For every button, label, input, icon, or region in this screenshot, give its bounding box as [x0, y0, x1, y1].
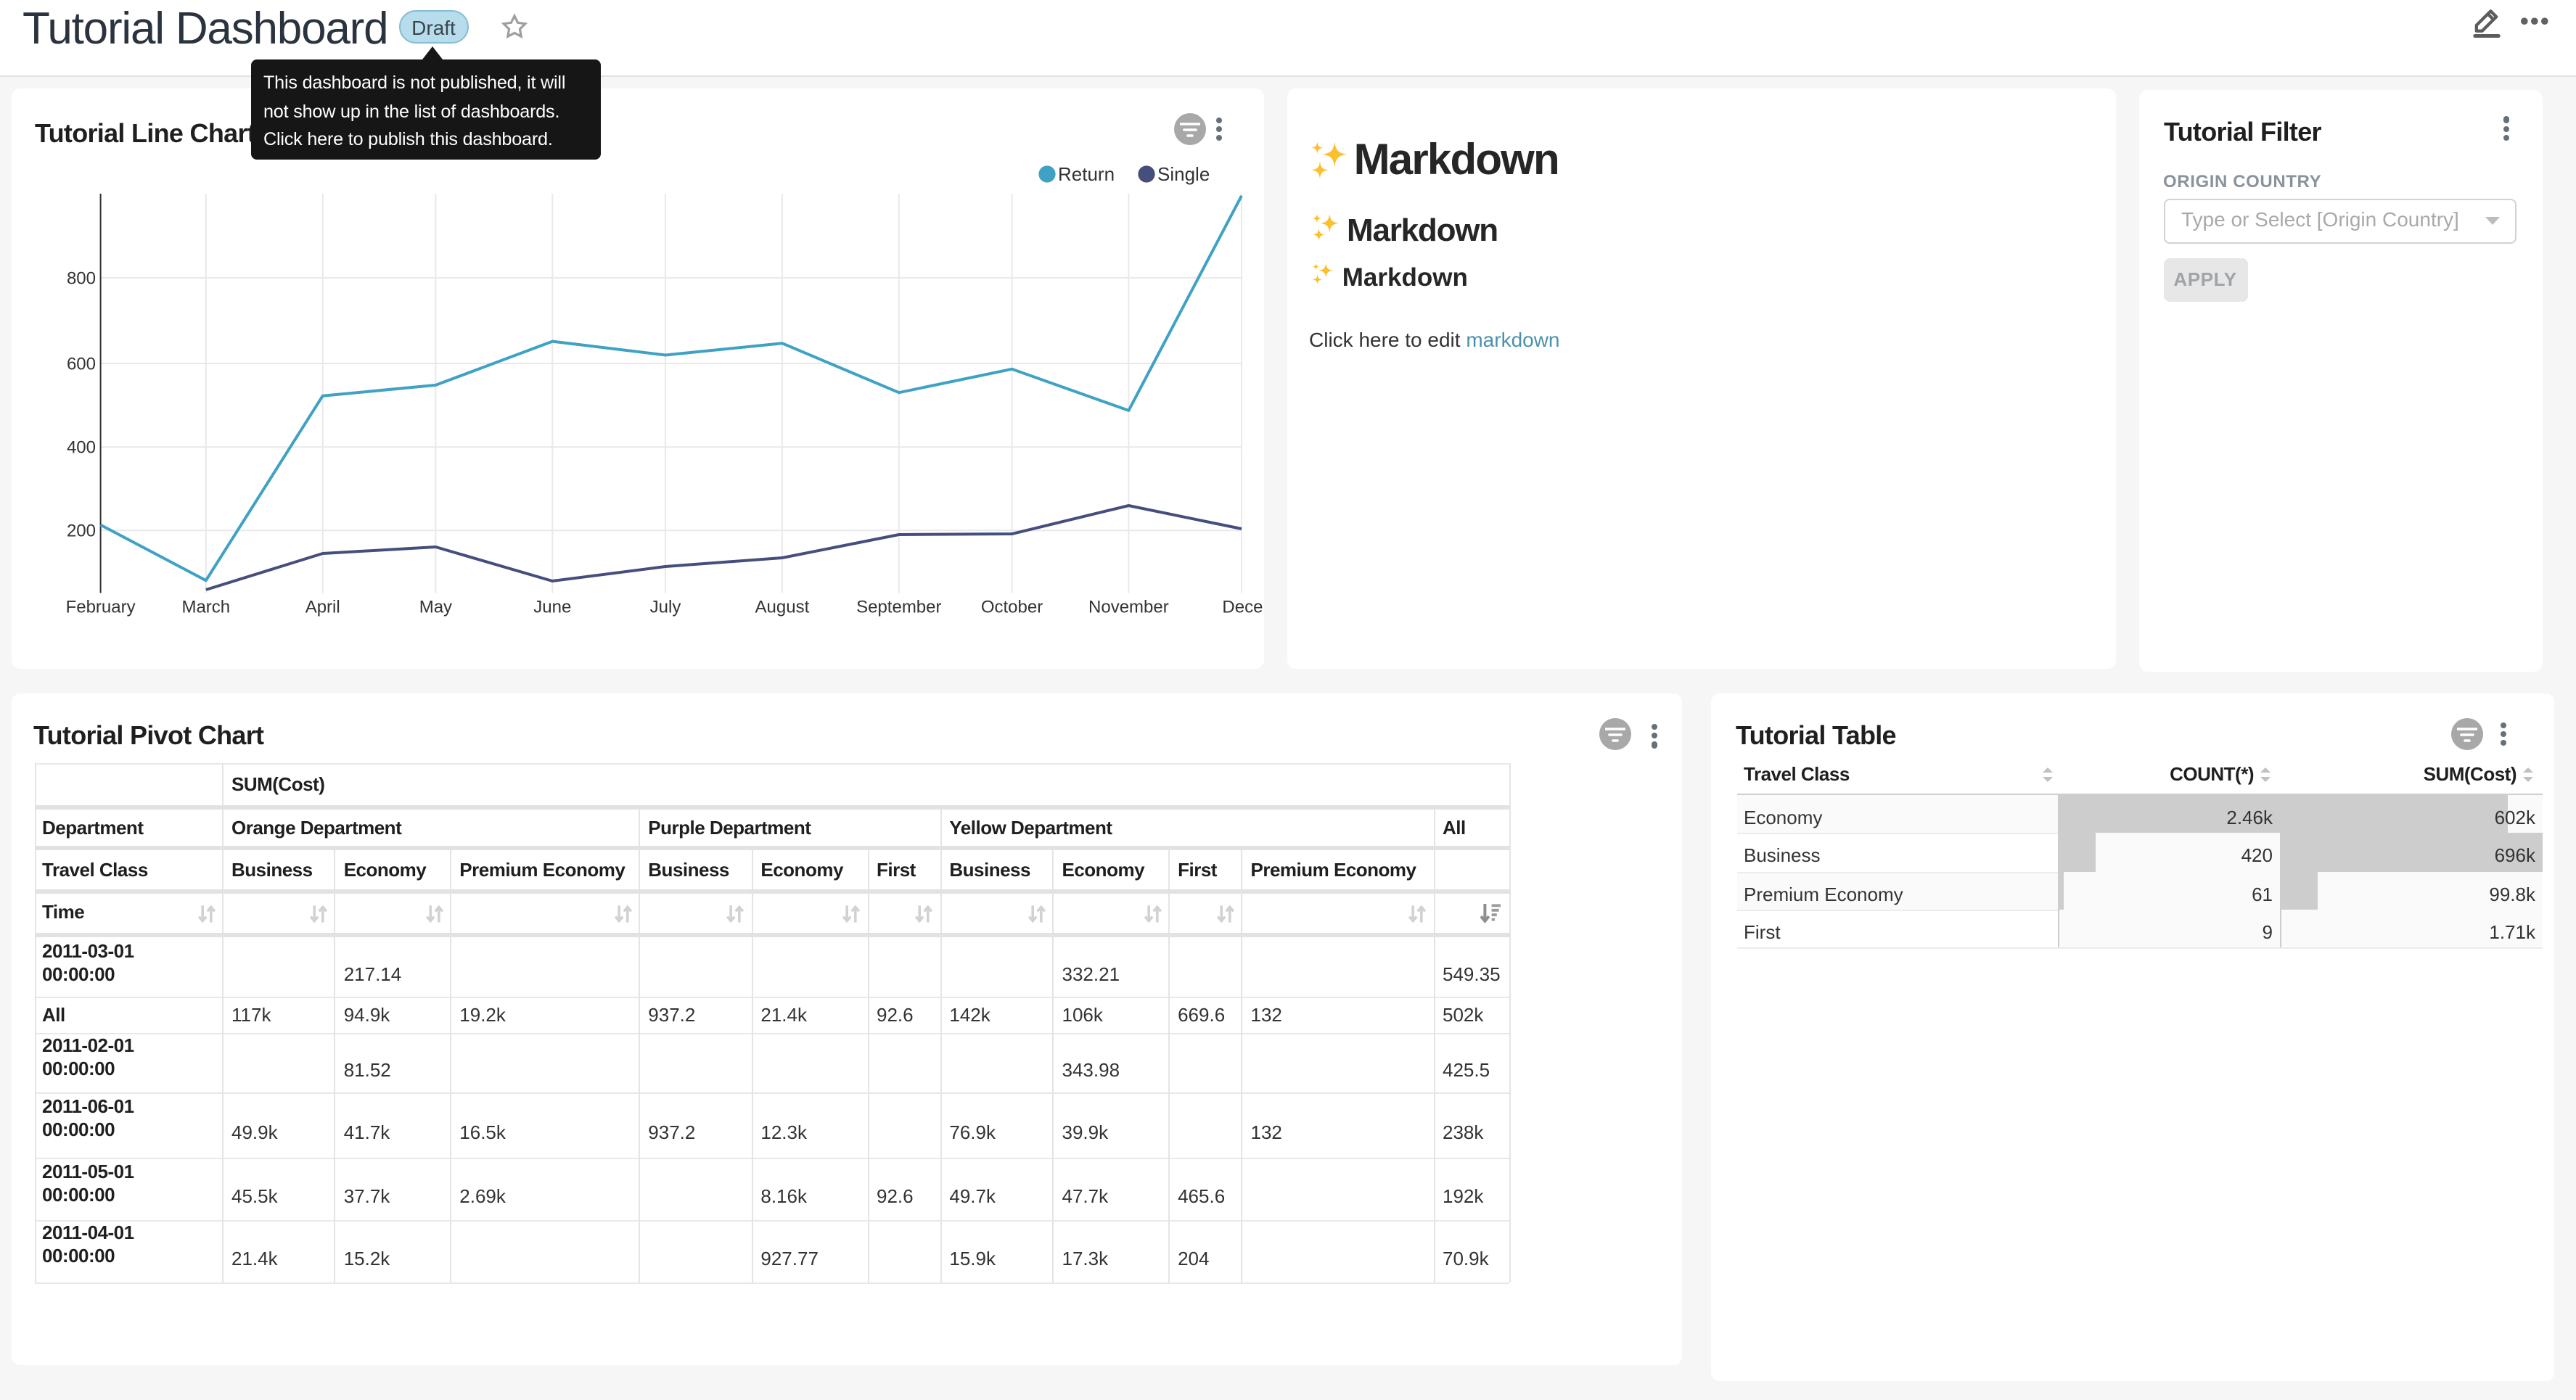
svg-text:February: February	[66, 597, 136, 617]
svg-text:August: August	[755, 597, 810, 617]
svg-text:November: November	[1088, 597, 1169, 617]
svg-text:200: 200	[67, 521, 96, 540]
svg-text:June: June	[533, 597, 571, 617]
svg-text:May: May	[419, 597, 452, 617]
svg-text:July: July	[650, 597, 681, 617]
svg-text:Single: Single	[1157, 162, 1210, 184]
svg-text:600: 600	[67, 353, 96, 373]
svg-text:800: 800	[67, 268, 96, 287]
svg-text:March: March	[181, 597, 230, 617]
svg-text:April: April	[305, 597, 340, 617]
svg-text:September: September	[856, 597, 941, 617]
svg-text:Dece: Dece	[1222, 597, 1263, 617]
svg-text:400: 400	[67, 437, 96, 457]
svg-text:October: October	[981, 597, 1043, 617]
svg-text:Return: Return	[1058, 162, 1115, 184]
